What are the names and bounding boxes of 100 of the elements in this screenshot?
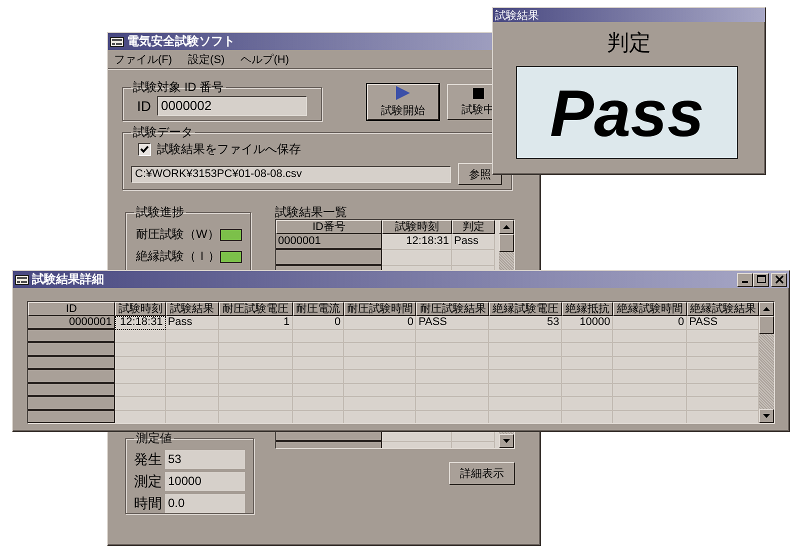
scroll-down-button[interactable] — [759, 409, 774, 423]
column-header[interactable]: 絶縁試験結果 — [687, 302, 759, 316]
table-cell — [114, 343, 166, 356]
row-header[interactable] — [28, 410, 115, 423]
scroll-thumb[interactable] — [759, 316, 774, 334]
table-cell — [562, 397, 614, 410]
column-header[interactable]: ID番号 — [276, 220, 382, 234]
table-cell — [292, 330, 344, 343]
row-header[interactable] — [276, 250, 382, 266]
table-cell — [114, 397, 166, 410]
table-cell — [562, 370, 614, 384]
column-header[interactable]: 耐圧試験時間 — [344, 302, 416, 316]
input-field[interactable]: 0000002 — [157, 96, 307, 116]
menu-item[interactable]: ヘルプ(H) — [240, 52, 289, 66]
device-icon — [110, 36, 124, 46]
table-cell — [114, 330, 166, 343]
verdict-heading: 判定 — [606, 29, 652, 57]
column-header[interactable]: 耐圧試験電圧 — [218, 302, 293, 316]
scroll-up-button[interactable] — [499, 220, 514, 234]
column-header[interactable]: 試験結果 — [166, 302, 219, 316]
menu-item[interactable]: ファイル(F) — [114, 52, 172, 66]
column-header[interactable]: 判定 — [452, 220, 495, 234]
column-header[interactable]: 耐圧電流 — [292, 302, 344, 316]
table-cell — [562, 384, 614, 397]
table-cell: PASS — [416, 316, 490, 330]
test-label: 絶縁試験（Ｉ） — [136, 248, 220, 265]
group-title: 測定値 — [135, 430, 173, 447]
table-cell — [292, 356, 344, 370]
value-field: 0.0 — [165, 494, 245, 513]
table-cell — [452, 250, 495, 266]
table-cell — [166, 356, 219, 370]
maximize-button[interactable] — [753, 272, 769, 286]
row-header[interactable]: 0000001 — [28, 316, 115, 330]
table-cell — [166, 330, 219, 343]
window-title: 試験結果詳細 — [32, 271, 104, 288]
column-header[interactable]: 絶縁試験時間 — [613, 302, 687, 316]
column-header[interactable]: 耐圧試験結果 — [416, 302, 490, 316]
field-label: 時間 — [134, 494, 162, 512]
start-button[interactable]: 試験開始 — [367, 84, 439, 120]
table-cell — [166, 384, 219, 397]
field-label: 測定 — [134, 472, 162, 490]
stop-icon — [472, 88, 484, 98]
row-header[interactable] — [28, 370, 115, 384]
row-header[interactable] — [28, 384, 115, 397]
checkbox[interactable] — [138, 143, 151, 156]
table-cell — [562, 330, 614, 343]
table-cell: 12:18:31 — [114, 316, 166, 330]
up-arrow-icon — [763, 307, 770, 311]
table-cell: Pass — [452, 234, 495, 250]
row-header[interactable] — [28, 343, 115, 356]
device-icon — [15, 274, 29, 284]
table-cell: 53 — [489, 316, 562, 330]
scrollbar[interactable] — [759, 302, 774, 423]
group-title: 試験データ — [132, 124, 194, 141]
table-cell — [114, 370, 166, 384]
column-header[interactable]: 絶縁抵抗 — [562, 302, 614, 316]
table-cell: Pass — [166, 316, 219, 330]
table-cell — [166, 397, 219, 410]
checkbox-label: 試験結果をファイルへ保存 — [157, 141, 301, 158]
column-header[interactable]: ID — [28, 302, 115, 316]
table-cell — [562, 343, 614, 356]
value-field: 10000 — [165, 472, 245, 491]
down-arrow-icon — [503, 439, 510, 443]
scroll-down-button[interactable] — [499, 434, 514, 448]
table-cell — [292, 397, 344, 410]
field-label: ID — [137, 98, 151, 114]
table-cell — [562, 356, 614, 370]
minimize-button[interactable] — [737, 272, 753, 286]
verdict-text: Pass — [550, 74, 704, 150]
column-header[interactable]: 絶縁試験電圧 — [489, 302, 562, 316]
row-header[interactable]: 0000001 — [276, 234, 382, 250]
table-cell: 12:18:31 — [382, 234, 452, 250]
table-cell: 1 — [218, 316, 293, 330]
close-button[interactable] — [771, 272, 787, 286]
scroll-up-button[interactable] — [759, 302, 774, 316]
table-cell: 0 — [613, 316, 688, 330]
value-field: 53 — [165, 450, 245, 469]
group-title: 試験進捗 — [135, 204, 185, 221]
play-icon — [396, 86, 410, 100]
details-button[interactable]: 詳細表示 — [449, 462, 515, 485]
table-cell: 0 — [292, 316, 344, 330]
row-header[interactable] — [28, 330, 115, 343]
up-arrow-icon — [503, 225, 510, 229]
down-arrow-icon — [763, 414, 770, 418]
scroll-thumb[interactable] — [499, 234, 514, 252]
table-cell — [292, 370, 344, 384]
close-icon — [774, 275, 784, 284]
menu-item[interactable]: 設定(S) — [188, 52, 225, 66]
row-header[interactable] — [28, 397, 115, 410]
row-header[interactable] — [28, 356, 115, 370]
table-cell — [114, 384, 166, 397]
maximize-icon — [756, 275, 766, 284]
input-field[interactable]: C:¥WORK¥3153PC¥01-08-08.csv — [131, 166, 451, 182]
table-cell — [292, 384, 344, 397]
window-title: 電気安全試験ソフト — [127, 33, 235, 50]
checkmark-icon — [140, 145, 149, 154]
column-header[interactable]: 試験時刻 — [382, 220, 452, 234]
test-label: 耐圧試験（W） — [136, 226, 220, 243]
table-cell — [166, 343, 219, 356]
column-header[interactable]: 試験時刻 — [114, 302, 166, 316]
